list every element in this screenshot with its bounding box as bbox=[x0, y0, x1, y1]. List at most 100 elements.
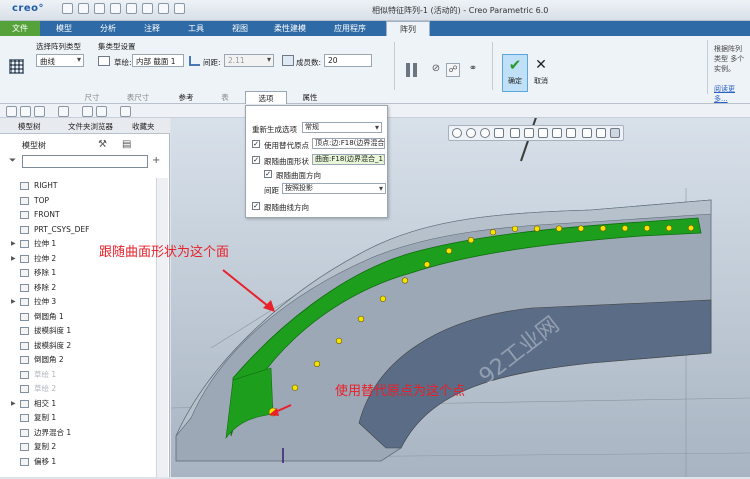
menu-model[interactable]: 模型 bbox=[56, 23, 72, 34]
tree-item[interactable]: 偏移 1 bbox=[20, 456, 144, 468]
perspective-icon[interactable] bbox=[552, 128, 562, 138]
expand-arrow-icon[interactable]: ▶ bbox=[11, 296, 16, 308]
expand-arrow-icon[interactable]: ▶ bbox=[11, 398, 16, 410]
tree-item[interactable]: 复制 2 bbox=[20, 441, 144, 453]
menu-annotate[interactable]: 注释 bbox=[144, 23, 160, 34]
expand-arrow-icon[interactable]: ▶ bbox=[11, 253, 16, 265]
tree-item[interactable]: 拔模斜度 1 bbox=[20, 325, 144, 337]
regenerate-icon[interactable] bbox=[142, 3, 153, 14]
tree-item[interactable]: ▶ 相交 1 bbox=[11, 398, 144, 410]
new-icon[interactable] bbox=[6, 106, 17, 117]
verify-glasses-icon[interactable]: ⚭ bbox=[466, 63, 480, 77]
windows-icon[interactable] bbox=[158, 3, 169, 14]
pattern-member-point bbox=[665, 224, 673, 232]
follow-surface-direction-checkbox[interactable]: ✓ bbox=[264, 170, 272, 178]
follow-surface-checkbox[interactable]: ✓ bbox=[252, 156, 260, 164]
view-manager-icon[interactable] bbox=[538, 128, 548, 138]
add-icon[interactable]: + bbox=[152, 155, 160, 166]
tab-properties[interactable]: 属性 bbox=[290, 91, 330, 104]
pattern-member-point bbox=[599, 225, 607, 232]
tree-item[interactable]: 移除 1 bbox=[20, 267, 144, 279]
datum-display-icon[interactable] bbox=[582, 128, 592, 138]
quick-access-toolbar bbox=[62, 3, 185, 14]
zoom-out-icon[interactable] bbox=[480, 128, 490, 138]
follow-curve-checkbox[interactable]: ✓ bbox=[252, 202, 260, 210]
menu-tools[interactable]: 工具 bbox=[188, 23, 204, 34]
undo-icon[interactable] bbox=[110, 3, 121, 14]
saved-orientations-icon[interactable] bbox=[524, 128, 534, 138]
annotation-display-icon[interactable] bbox=[596, 128, 606, 138]
new-file-icon[interactable] bbox=[62, 3, 73, 14]
pause-icon[interactable] bbox=[405, 63, 419, 77]
cancel-button[interactable]: ✕ 取消 bbox=[530, 54, 552, 92]
tab-references[interactable]: 参考 bbox=[164, 91, 208, 104]
menu-applications[interactable]: 应用程序 bbox=[334, 23, 366, 34]
close-window-icon[interactable] bbox=[120, 106, 131, 117]
regen-dropdown[interactable]: 常规 bbox=[302, 122, 382, 133]
tab-options[interactable]: 选项 bbox=[245, 91, 287, 104]
tree-item[interactable]: 草绘 1 bbox=[20, 369, 144, 381]
tree-item[interactable]: 拔模斜度 2 bbox=[20, 340, 144, 352]
tree-item[interactable]: 倒圆角 1 bbox=[20, 311, 144, 323]
tree-settings-icon[interactable]: ⚒ bbox=[98, 139, 107, 150]
open-icon[interactable] bbox=[78, 3, 89, 14]
tree-filter-input[interactable] bbox=[22, 155, 148, 168]
tab-table[interactable]: 表 bbox=[210, 91, 240, 104]
tab-table-dimensions[interactable]: 表尺寸 bbox=[116, 91, 160, 104]
repaint-icon[interactable] bbox=[494, 128, 504, 138]
sketch-icon[interactable] bbox=[98, 56, 110, 66]
spacing-option-dropdown[interactable]: 按照投影 bbox=[282, 183, 386, 194]
follow-surface-field[interactable]: 曲面:F18(边界混合_1) bbox=[312, 154, 385, 165]
close-window-icon[interactable] bbox=[174, 3, 185, 14]
regenerate-icon[interactable] bbox=[82, 106, 93, 117]
menu-flexible-modeling[interactable]: 柔性建模 bbox=[274, 23, 306, 34]
spacing-dropdown[interactable]: 2.11 bbox=[224, 54, 274, 67]
feature-icon bbox=[20, 240, 29, 248]
pattern-member-point bbox=[313, 360, 321, 367]
redo-icon[interactable] bbox=[58, 106, 69, 117]
tree-item[interactable]: ▶ 拉伸 3 bbox=[11, 296, 144, 308]
expand-arrow-icon[interactable]: ▶ bbox=[11, 238, 16, 250]
alt-origin-field[interactable]: 顶点:边:F18(边界混合_1) bbox=[312, 138, 385, 149]
window-icon[interactable] bbox=[96, 106, 107, 117]
menu-view[interactable]: 视图 bbox=[232, 23, 248, 34]
read-more-link[interactable]: 阅读更多... bbox=[714, 84, 748, 104]
preview-icon[interactable]: ☍ bbox=[446, 63, 460, 77]
menu-analysis[interactable]: 分析 bbox=[100, 23, 116, 34]
section-icon[interactable] bbox=[566, 128, 576, 138]
tree-item[interactable]: PRT_CSYS_DEF bbox=[20, 224, 144, 236]
tab-folder-browser[interactable]: 文件夹浏览器 bbox=[68, 121, 113, 132]
tree-item[interactable]: 复制 1 bbox=[20, 412, 144, 424]
tab-dimensions[interactable]: 尺寸 bbox=[72, 91, 112, 104]
refit-icon[interactable] bbox=[452, 128, 462, 138]
pattern-type-dropdown[interactable]: 曲线 bbox=[36, 54, 84, 67]
stop-icon[interactable]: ⊘ bbox=[429, 63, 443, 77]
save-icon[interactable] bbox=[20, 106, 31, 117]
tab-favorites[interactable]: 收藏夹 bbox=[132, 121, 155, 132]
tree-show-icon[interactable]: ▤ bbox=[122, 139, 131, 150]
members-icon[interactable] bbox=[282, 55, 294, 66]
display-style-icon[interactable] bbox=[510, 128, 520, 138]
redo-icon[interactable] bbox=[126, 3, 137, 14]
tree-item[interactable]: RIGHT bbox=[20, 180, 144, 192]
alt-origin-checkbox[interactable]: ✓ bbox=[252, 140, 260, 148]
tree-item[interactable]: 边界混合 1 bbox=[20, 427, 144, 439]
save-icon[interactable] bbox=[94, 3, 105, 14]
tree-scrollbar[interactable] bbox=[156, 178, 168, 477]
feature-icon bbox=[20, 385, 29, 393]
members-field[interactable]: 20 bbox=[324, 54, 372, 67]
alt-origin-label: 使用替代原点 bbox=[264, 141, 309, 150]
ok-button[interactable]: ✔ 确定 bbox=[502, 54, 528, 92]
undo-icon[interactable] bbox=[34, 106, 45, 117]
tree-item[interactable]: 倒圆角 2 bbox=[20, 354, 144, 366]
sketch-field[interactable]: 内部 截面 1 bbox=[132, 54, 184, 67]
tree-item[interactable]: FRONT bbox=[20, 209, 144, 221]
creo-logo: creo° bbox=[12, 3, 45, 14]
spin-center-icon[interactable] bbox=[610, 128, 620, 138]
tree-item[interactable]: TOP bbox=[20, 195, 144, 207]
menu-file[interactable]: 文件 bbox=[0, 21, 40, 36]
tree-item[interactable]: 移除 2 bbox=[20, 282, 144, 294]
zoom-in-icon[interactable] bbox=[466, 128, 476, 138]
tab-model-tree[interactable]: 模型树 bbox=[18, 121, 41, 132]
tree-item[interactable]: 草绘 2 bbox=[20, 383, 144, 395]
